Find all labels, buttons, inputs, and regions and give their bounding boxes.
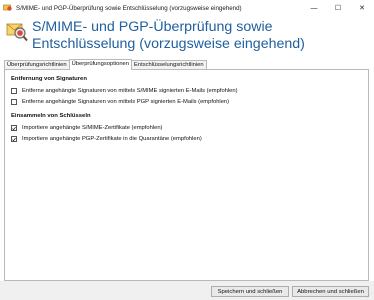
checkbox[interactable] — [11, 99, 17, 105]
maximize-button[interactable]: ☐ — [326, 0, 350, 16]
option-remove-pgp-signatures[interactable]: Entferne angehängte Signaturen von mitte… — [11, 98, 229, 106]
option-import-pgp-certificates[interactable]: Importiere angehängte PGP-Zertifikate in… — [11, 135, 202, 143]
resize-grip-icon[interactable]: ⋰ — [367, 293, 372, 299]
option-import-smime-certificates[interactable]: Importiere angehängte S/MIME-Zertifikate… — [11, 124, 162, 132]
verification-icon — [6, 20, 28, 42]
page-title: S/MIME- und PGP-Überprüfung sowie Entsch… — [32, 19, 305, 52]
check-mark-icon — [12, 126, 16, 130]
option-label: Importiere angehängte PGP-Zertifikate in… — [22, 136, 202, 142]
option-label: Entferne angehängte Signaturen von mitte… — [22, 88, 238, 94]
window-title: S/MIME- und PGP-Überprüfung sowie Entsch… — [16, 4, 242, 12]
option-label: Importiere angehängte S/MIME-Zertifikate… — [22, 125, 163, 131]
minimize-button[interactable]: — — [302, 0, 326, 16]
title-bar: S/MIME- und PGP-Überprüfung sowie Entsch… — [0, 0, 374, 16]
section-title-key-collection: Einsammeln von Schlüsseln — [11, 113, 91, 119]
save-and-close-button[interactable]: Speichern und schließen — [211, 286, 289, 297]
checkbox[interactable] — [11, 125, 17, 131]
dialog-header: S/MIME- und PGP-Überprüfung sowie Entsch… — [0, 16, 374, 58]
option-remove-smime-signatures[interactable]: Entferne angehängte Signaturen von mitte… — [11, 87, 238, 95]
close-button[interactable]: ✕ — [350, 0, 374, 16]
options-panel: Entfernung von Signaturen Entferne angeh… — [4, 69, 369, 281]
checkbox[interactable] — [11, 136, 17, 142]
app-icon — [3, 3, 13, 13]
section-title-signature-removal: Entfernung von Signaturen — [11, 76, 87, 82]
check-mark-icon — [12, 137, 16, 141]
cancel-and-close-button[interactable]: Abbrechen und schließen — [292, 286, 369, 297]
option-label: Entferne angehängte Signaturen von mitte… — [22, 99, 230, 105]
tab-verification-options[interactable]: Überprüfungsoptionen — [68, 59, 132, 70]
checkbox[interactable] — [11, 88, 17, 94]
